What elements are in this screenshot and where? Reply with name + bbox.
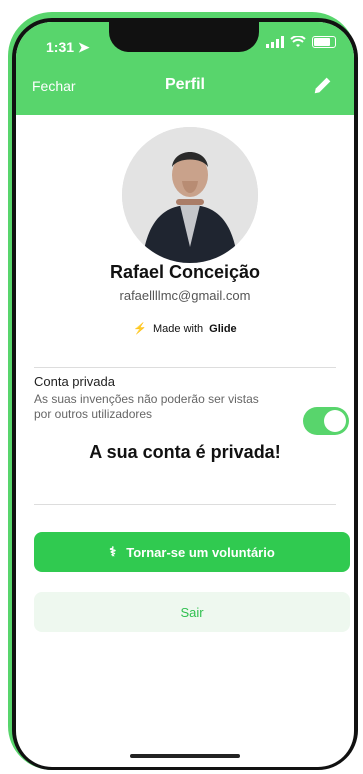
privacy-toggle[interactable] bbox=[303, 407, 349, 435]
badge-brand: Glide bbox=[209, 322, 237, 335]
app-header: 1:31 ➤ Fechar Perfil bbox=[16, 22, 354, 115]
divider-bottom bbox=[34, 504, 336, 505]
volunteer-label: Tornar-se um voluntário bbox=[126, 544, 275, 560]
badge-text: Made with bbox=[153, 322, 204, 335]
avatar bbox=[122, 127, 258, 263]
privacy-title: Conta privada bbox=[34, 374, 115, 389]
volunteer-icon: ⚕ bbox=[109, 544, 117, 559]
status-icons bbox=[266, 36, 336, 48]
bolt-icon: ⚡ bbox=[133, 323, 148, 335]
page-title: Perfil bbox=[164, 76, 205, 93]
status-time: 1:31 ➤ bbox=[46, 39, 90, 56]
app-screen: 1:31 ➤ Fechar Perfil Rafael Conceição ra… bbox=[16, 22, 354, 767]
edit-button[interactable] bbox=[312, 74, 334, 101]
divider-top bbox=[34, 367, 336, 368]
logout-label: Sair bbox=[180, 604, 204, 620]
pencil-icon bbox=[314, 77, 331, 94]
privacy-status: A sua conta é privada! bbox=[89, 442, 281, 462]
wifi-icon bbox=[290, 36, 306, 47]
made-with-glide-badge: ⚡ Made with Glide bbox=[16, 322, 354, 336]
volunteer-button[interactable]: ⚕ Tornar-se um voluntário bbox=[34, 532, 350, 572]
signal-icon bbox=[266, 36, 284, 48]
toggle-knob bbox=[324, 410, 346, 432]
phone-notch bbox=[109, 22, 259, 52]
status-time-text: 1:31 bbox=[46, 39, 75, 55]
profile-email: rafaellllmc@gmail.com bbox=[119, 288, 251, 303]
home-indicator bbox=[130, 754, 240, 758]
logout-button[interactable]: Sair bbox=[34, 592, 350, 632]
location-arrow-icon: ➤ bbox=[77, 39, 90, 55]
profile-name: Rafael Conceição bbox=[109, 262, 261, 282]
privacy-description: As suas invenções não poderão ser vistas… bbox=[34, 392, 259, 421]
battery-icon bbox=[312, 36, 336, 48]
